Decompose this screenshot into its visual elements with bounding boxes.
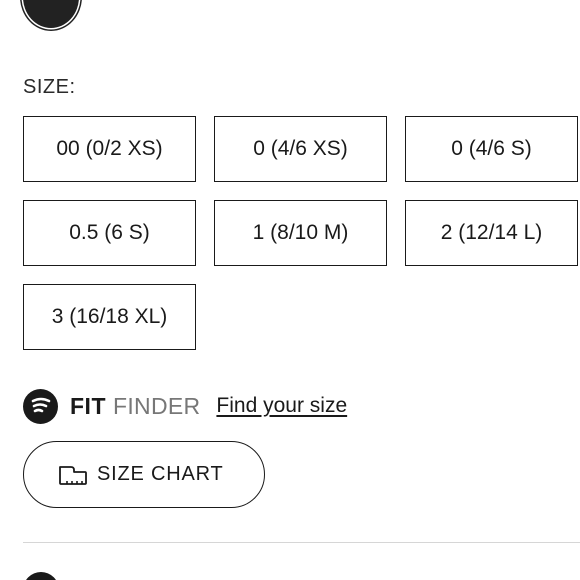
fit-finder-brand-light: FINDER [113, 392, 201, 419]
size-option-0-4-6-xs[interactable]: 0 (4/6 XS) [214, 116, 387, 182]
size-chart-button[interactable]: SIZE CHART [23, 441, 265, 508]
size-option-3-16-18-xl[interactable]: 3 (16/18 XL) [23, 284, 196, 350]
size-option-1-8-10-m[interactable]: 1 (8/10 M) [214, 200, 387, 266]
size-option-0-5-6-s[interactable]: 0.5 (6 S) [23, 200, 196, 266]
size-option-00-0-2-xs[interactable]: 00 (0/2 XS) [23, 116, 196, 182]
color-swatch[interactable] [23, 0, 79, 28]
fit-finder-brand-bold: FIT [70, 392, 106, 419]
section-divider [23, 542, 580, 543]
size-chart-label: SIZE CHART [97, 463, 224, 485]
fit-finder-logo-glyph [31, 397, 50, 413]
next-section-icon [23, 572, 59, 580]
size-label: SIZE: [23, 76, 76, 98]
fit-finder-row: FIT FINDER Find your size [23, 388, 347, 424]
ruler-icon [58, 464, 88, 486]
product-size-panel: SIZE: 00 (0/2 XS) 0 (4/6 XS) 0 (4/6 S) 0… [0, 0, 580, 580]
fit-finder-logo-icon [23, 388, 58, 424]
size-option-0-4-6-s[interactable]: 0 (4/6 S) [405, 116, 578, 182]
find-your-size-link[interactable]: Find your size [216, 394, 347, 418]
size-option-2-12-14-l[interactable]: 2 (12/14 L) [405, 200, 578, 266]
